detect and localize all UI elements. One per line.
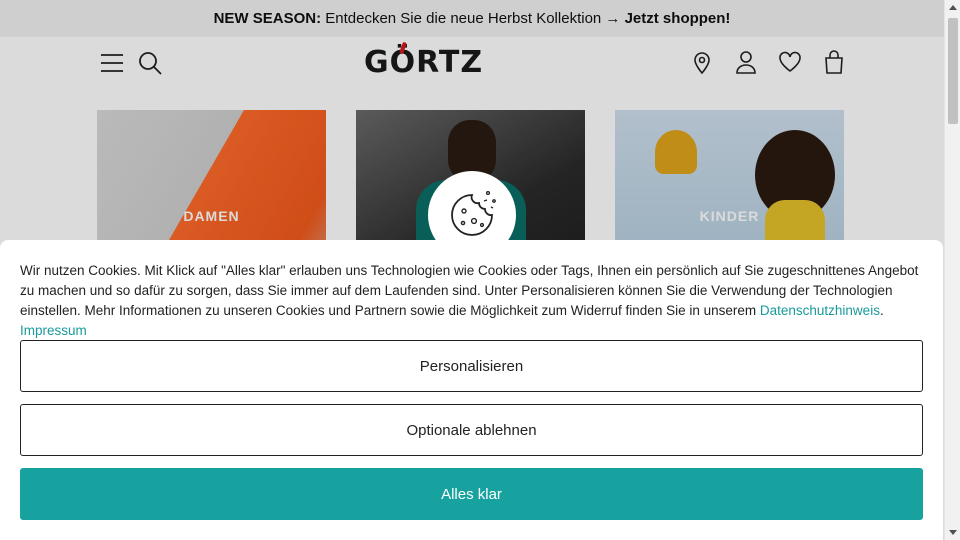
cookie-text-separator: . (879, 303, 884, 318)
accept-all-button[interactable]: Alles klar (20, 468, 923, 520)
cookie-consent-text: Wir nutzen Cookies. Mit Klick auf "Alles… (20, 261, 925, 341)
scroll-up-arrow-icon[interactable] (949, 5, 957, 10)
cookie-icon (451, 190, 496, 236)
imprint-link[interactable]: Impressum (20, 323, 87, 338)
decline-optional-button[interactable]: Optionale ablehnen (20, 404, 923, 456)
page-scrollbar[interactable] (944, 0, 960, 540)
scroll-thumb[interactable] (948, 18, 958, 124)
scroll-down-arrow-icon[interactable] (949, 530, 957, 535)
personalize-button[interactable]: Personalisieren (20, 340, 923, 392)
cookie-badge (428, 171, 516, 259)
privacy-policy-link[interactable]: Datenschutzhinweis (760, 303, 880, 318)
